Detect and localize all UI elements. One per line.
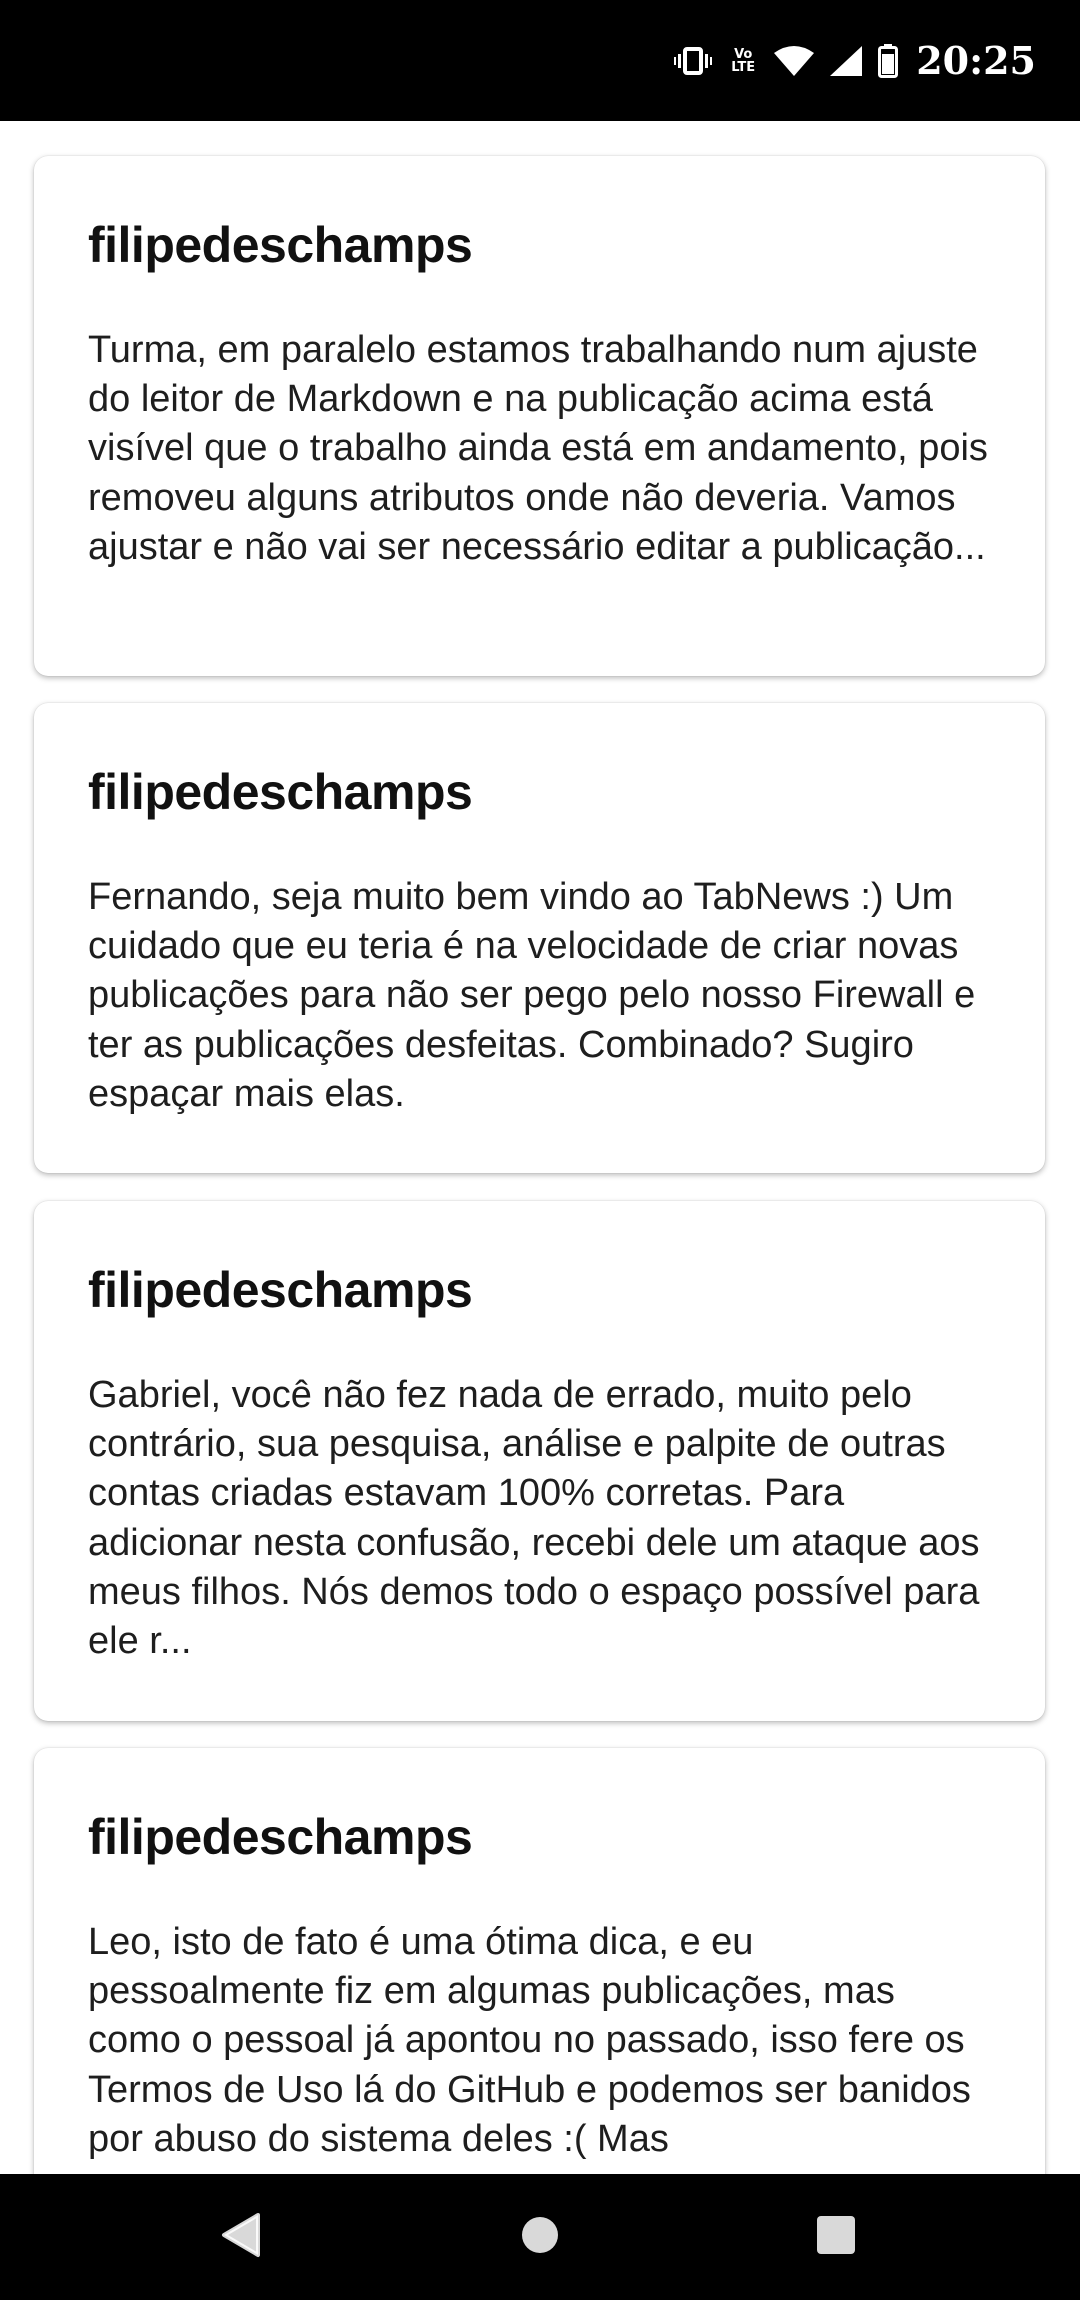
comment-body: Gabriel, você não fez nada de errado, mu… [88,1374,980,1663]
comment-author[interactable]: filipedeschamps [88,763,473,821]
signal-icon [828,45,864,77]
comment-author[interactable]: filipedeschamps [88,216,473,274]
battery-icon [878,43,899,78]
comment-body: Turma, em paralelo estamos trabalhando n… [88,329,988,568]
comment-feed[interactable]: filipedeschamps Turma, em paralelo estam… [0,121,1080,2174]
comment-body: Fernando, seja muito bem vindo ao TabNew… [88,876,976,1115]
clock: 20:25 [916,38,1036,83]
comment-body: Leo, isto de fato é uma ótima dica, e eu… [88,1921,971,2160]
navigation-bar [0,2174,1080,2300]
back-button[interactable] [180,2174,300,2300]
home-button[interactable] [480,2174,600,2300]
comment-author[interactable]: filipedeschamps [88,1808,473,1866]
status-bar: Vo LTE 20:25 [0,0,1080,121]
vibrate-icon [674,46,713,76]
back-icon [218,2211,262,2264]
volte-label-bottom: LTE [731,59,756,75]
comment-card[interactable]: filipedeschamps Fernando, seja muito bem… [34,703,1045,1173]
comment-card[interactable]: filipedeschamps Turma, em paralelo estam… [34,156,1045,676]
comment-card[interactable]: filipedeschamps Leo, isto de fato é uma … [34,1748,1045,2174]
comment-author[interactable]: filipedeschamps [88,1261,473,1319]
volte-label-top: Vo [734,46,753,62]
volte-icon: Vo LTE [726,48,760,74]
status-icons: Vo LTE 20:25 [674,0,1036,121]
recents-icon [815,2214,857,2261]
recents-button[interactable] [776,2174,896,2300]
wifi-icon [774,45,815,77]
home-icon [520,2215,560,2260]
comment-card[interactable]: filipedeschamps Gabriel, você não fez na… [34,1201,1045,1721]
